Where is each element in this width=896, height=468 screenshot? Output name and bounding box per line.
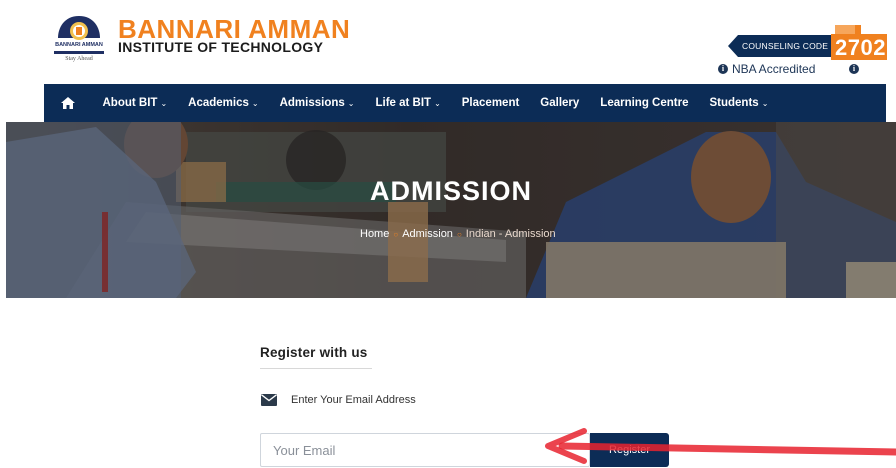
counseling-label: COUNSELING CODE: [742, 41, 829, 51]
brand-subtitle[interactable]: INSTITUTE OF TECHNOLOGY: [118, 40, 323, 54]
breadcrumb-separator-icon: ○: [456, 229, 462, 239]
nav-item-students[interactable]: Students ⌄: [699, 97, 779, 109]
chevron-down-icon: ⌄: [251, 98, 259, 108]
chevron-down-icon: ⌄: [347, 98, 355, 108]
home-icon: [61, 97, 75, 109]
nav-item-gallery[interactable]: Gallery: [530, 97, 590, 109]
nav-item-placement[interactable]: Placement: [451, 97, 530, 109]
breadcrumb-home[interactable]: Home: [360, 228, 389, 240]
breadcrumb-current: Indian - Admission: [465, 228, 556, 240]
main-navigation: About BIT ⌄ Academics ⌄ Admissions ⌄ Life a…: [44, 84, 886, 122]
chevron-down-icon: ⌄: [160, 98, 168, 108]
register-heading: Register with us: [260, 345, 368, 360]
nav-home[interactable]: [44, 97, 92, 109]
chevron-down-icon: ⌄: [434, 98, 441, 108]
envelope-icon: [261, 394, 277, 406]
counseling-code-number: 2702: [835, 35, 886, 60]
email-field-label: Enter Your Email Address: [291, 394, 416, 406]
register-button[interactable]: Register: [590, 433, 669, 467]
info-icon[interactable]: i: [849, 64, 859, 74]
breadcrumb: Home ○ Admission ○ Indian - Admission: [360, 228, 556, 240]
nav-item-life-at-bit[interactable]: Life at BIT ⌄: [365, 97, 451, 109]
nav-item-academics[interactable]: Academics ⌄: [178, 97, 269, 109]
breadcrumb-admission[interactable]: Admission: [402, 228, 453, 240]
logo-tagline: Stay Ahead: [65, 56, 93, 62]
page-banner: ADMISSION Home ○ Admission ○ Indian - Ad…: [6, 122, 896, 298]
nba-accredited-link[interactable]: i NBA Accredited: [718, 62, 815, 76]
logo-text: BANNARI AMMAN: [55, 42, 103, 48]
banner-photo: [6, 122, 896, 298]
email-input[interactable]: [260, 433, 590, 467]
page-title: ADMISSION: [369, 176, 532, 206]
info-icon: i: [718, 64, 728, 74]
nba-label: NBA Accredited: [732, 62, 816, 76]
site-header: BANNARI AMMAN Stay Ahead BANNARI AMMAN I…: [0, 0, 896, 84]
nav-item-about-bit[interactable]: About BIT ⌄: [92, 97, 178, 109]
heading-underline: [260, 368, 372, 369]
nav-item-admissions[interactable]: Admissions ⌄: [269, 97, 365, 109]
chevron-down-icon: ⌄: [761, 98, 769, 108]
breadcrumb-separator-icon: ○: [393, 229, 399, 239]
nav-item-learning-centre[interactable]: Learning Centre: [590, 97, 699, 109]
